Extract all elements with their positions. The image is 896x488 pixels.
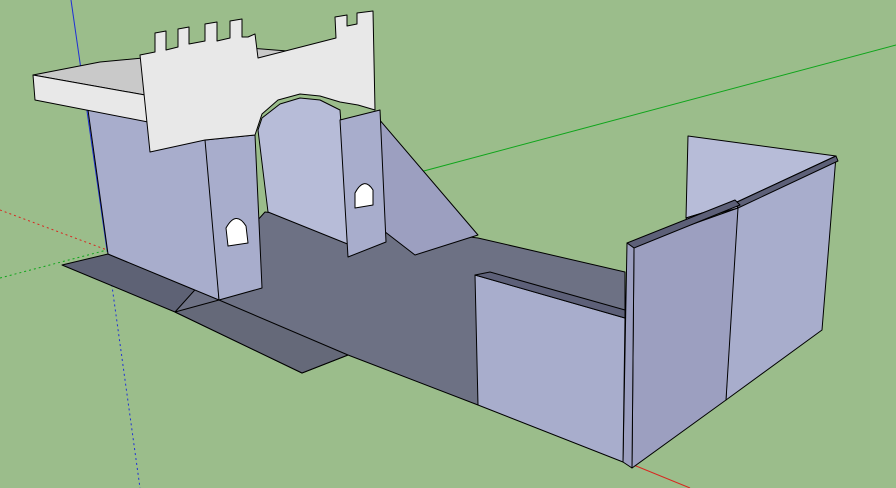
green-axis-solid (419, 44, 896, 173)
scene-canvas[interactable] (0, 0, 896, 488)
near-wall-back-face (631, 207, 739, 469)
3d-modeling-viewport[interactable] (0, 0, 896, 488)
stair-ramp (377, 117, 479, 256)
red-axis-dotted (0, 209, 108, 251)
